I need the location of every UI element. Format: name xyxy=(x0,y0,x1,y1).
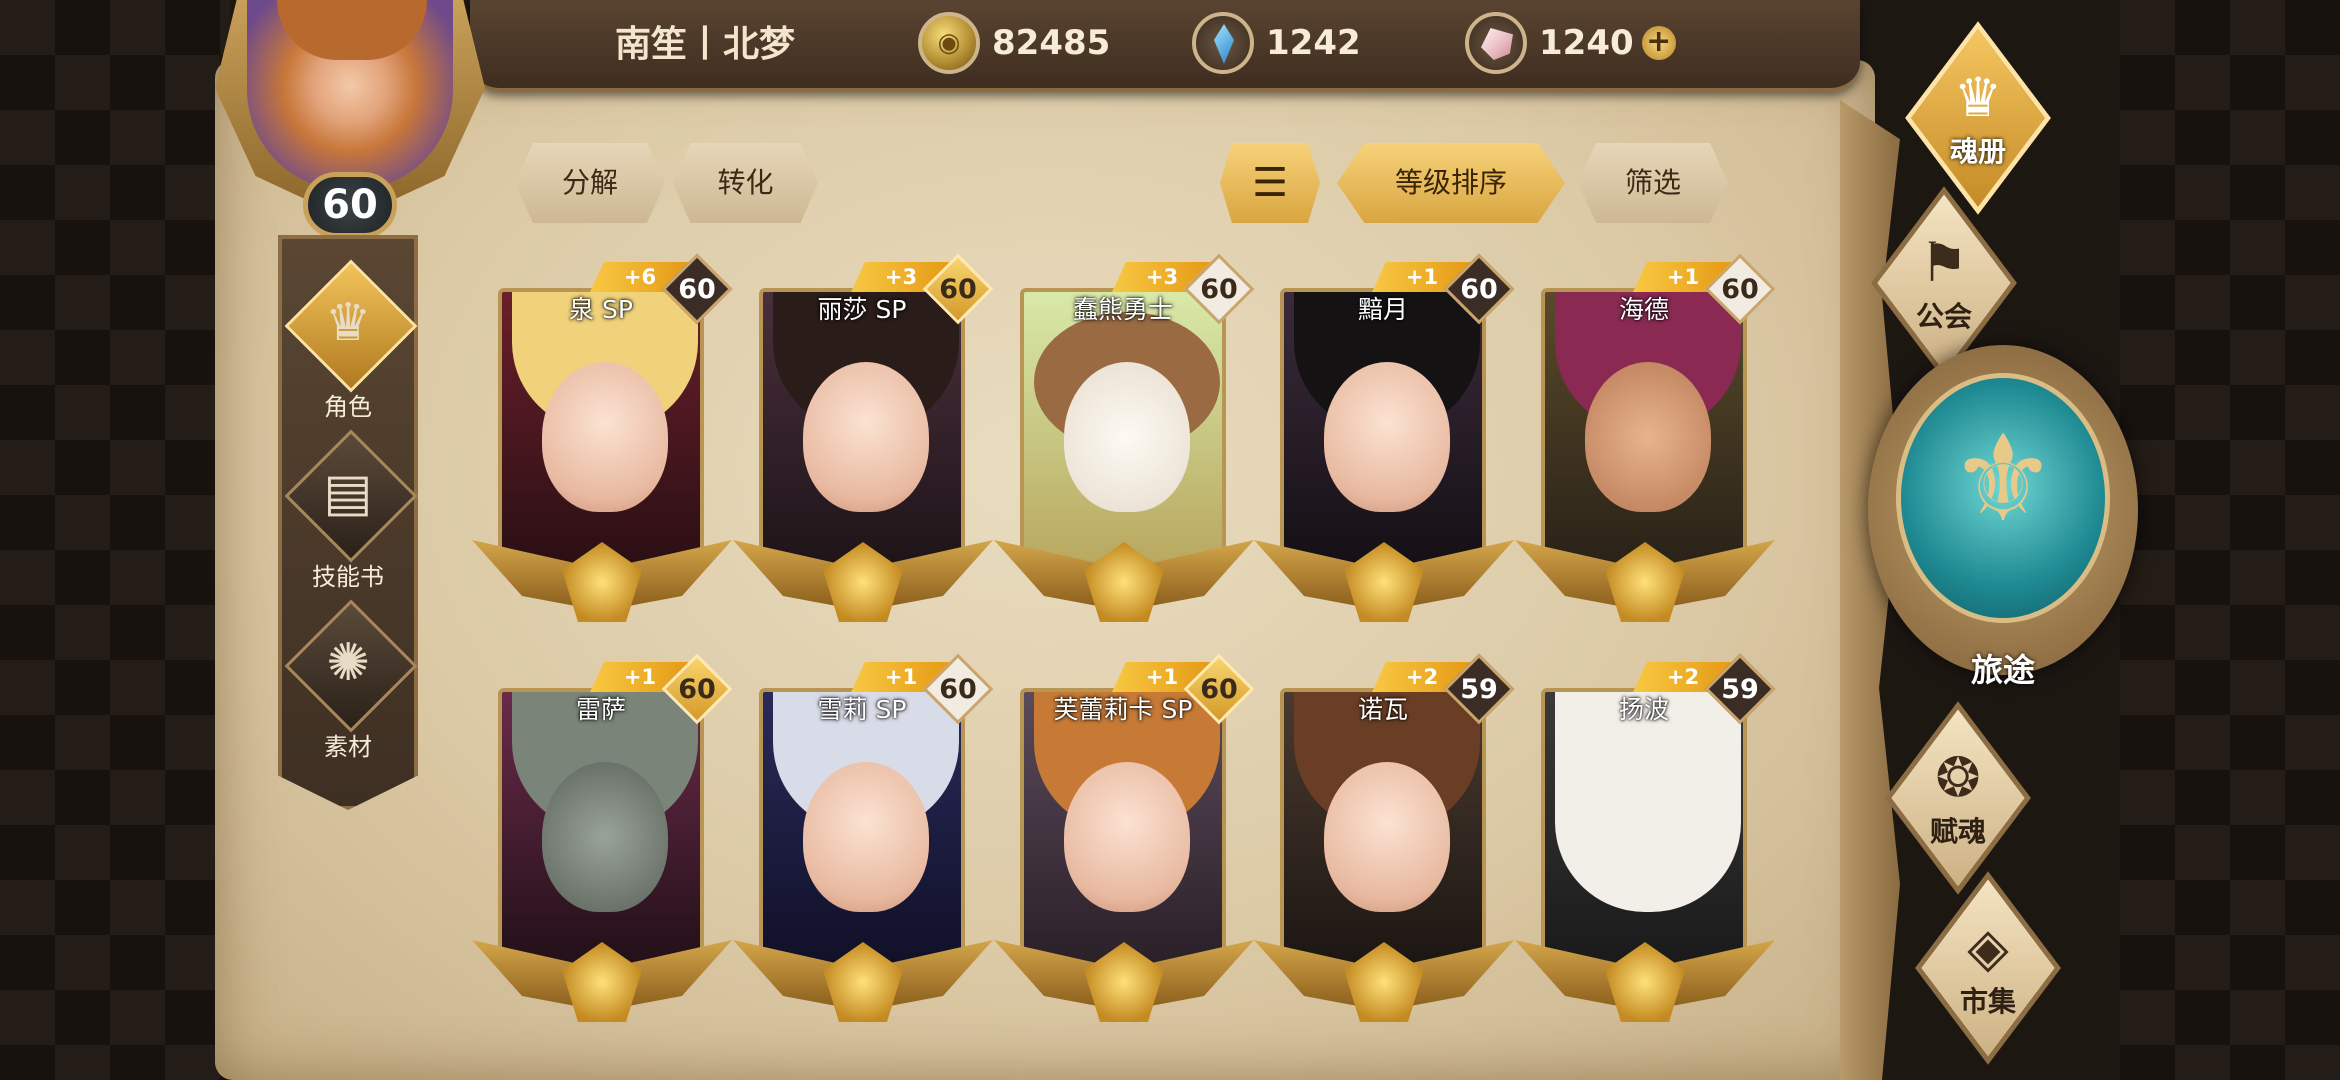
character-portrait xyxy=(1280,288,1486,568)
nav-item-skillbooks[interactable]: ▤ 技能书 xyxy=(282,429,418,599)
gem-value: 1242 xyxy=(1266,23,1361,63)
rank-crest xyxy=(1254,930,1514,1030)
rank-crest xyxy=(994,930,1254,1030)
crystal-value: 1240 xyxy=(1539,23,1634,63)
character-portrait xyxy=(1541,288,1747,568)
soul-book-label: 魂册 xyxy=(1949,135,2006,168)
character-card[interactable]: 蠢熊勇士 +3 60 xyxy=(994,253,1255,632)
market-label: 市集 xyxy=(1959,985,2016,1018)
endow-soul-label: 赋魂 xyxy=(1929,815,1986,848)
journey-label: 旅途 xyxy=(1970,651,2035,689)
character-level: 60 xyxy=(939,274,977,305)
left-wall-decoration xyxy=(0,0,230,1080)
rank-crest xyxy=(1254,530,1514,630)
flame-icon: ❂ xyxy=(1935,746,1981,809)
helmet-icon: ♛ xyxy=(324,293,372,353)
book-icon: ▤ xyxy=(323,463,373,523)
nav-item-characters[interactable]: ♛ 角色 xyxy=(282,259,418,429)
guild-label: 公会 xyxy=(1915,300,1972,333)
character-card[interactable]: 雪莉 SP +1 60 xyxy=(733,653,994,1032)
nav-label: 角色 xyxy=(324,393,372,421)
right-wall-decoration xyxy=(2120,0,2340,1080)
decompose-button[interactable]: 分解 xyxy=(515,143,665,223)
player-name: 南笙丨北梦 xyxy=(614,24,795,65)
trident-emblem-icon: ⚜ xyxy=(1949,410,2057,549)
guild-button[interactable]: ⚑ 公会 xyxy=(1856,186,2056,380)
character-level: 60 xyxy=(1200,274,1238,305)
market-gem-icon: ◈ xyxy=(1967,916,2009,979)
character-card[interactable]: 芙蕾莉卡 SP +1 60 xyxy=(994,653,1255,1032)
add-crystal-button[interactable]: + xyxy=(1641,26,1676,60)
character-level: 60 xyxy=(1460,274,1498,305)
character-portrait xyxy=(1280,688,1486,968)
creature-icon: ✺ xyxy=(326,633,370,693)
character-level: 60 xyxy=(1721,274,1759,305)
rank-crest xyxy=(733,930,993,1030)
player-level-badge: 60 xyxy=(303,172,397,238)
character-card[interactable]: 雷萨 +1 60 xyxy=(472,653,733,1032)
gold-value: 82485 xyxy=(992,23,1111,63)
nav-label: 素材 xyxy=(324,733,372,761)
character-card[interactable]: 诺瓦 +2 59 xyxy=(1254,653,1515,1032)
rank-crest xyxy=(1515,930,1775,1030)
guild-banner-icon: ⚑ xyxy=(1919,231,1969,294)
convert-button[interactable]: 转化 xyxy=(673,143,818,223)
character-portrait xyxy=(498,688,704,968)
journey-button[interactable]: ⚜ 旅途 xyxy=(1868,345,2138,695)
rank-crest xyxy=(733,530,993,630)
character-portrait xyxy=(498,288,704,568)
avatar-portrait xyxy=(247,0,453,190)
character-portrait xyxy=(759,288,965,568)
character-level: 59 xyxy=(1721,674,1759,705)
gold-currency: ◉ 82485 xyxy=(918,12,1110,74)
soul-book-button[interactable]: ♛ 魂册 xyxy=(1890,21,2090,215)
character-level: 60 xyxy=(1200,674,1238,705)
sort-by-level-button[interactable]: 等级排序 xyxy=(1337,143,1565,223)
gold-coin-icon: ◉ xyxy=(918,12,980,74)
filter-button[interactable]: 筛选 xyxy=(1578,143,1728,223)
pink-crystal-icon xyxy=(1465,12,1527,74)
helmet-icon: ♛ xyxy=(1953,66,2003,129)
crystal-currency: 1240 + xyxy=(1465,12,1676,74)
sort-order-button[interactable]: ☰ xyxy=(1220,143,1320,223)
character-card[interactable]: 泉 SP +6 60 xyxy=(472,253,733,632)
market-button[interactable]: ◈ 市集 xyxy=(1900,871,2100,1065)
character-level: 59 xyxy=(1460,674,1498,705)
blue-gem-icon xyxy=(1192,12,1254,74)
rank-crest xyxy=(1515,530,1775,630)
character-card[interactable]: 海德 +1 60 xyxy=(1515,253,1776,632)
character-level: 60 xyxy=(939,674,977,705)
character-level: 60 xyxy=(678,274,716,305)
character-card[interactable]: 黯月 +1 60 xyxy=(1254,253,1515,632)
character-card[interactable]: 扬波 +2 59 xyxy=(1515,653,1776,1032)
player-avatar[interactable]: 60 xyxy=(215,0,485,245)
gem-currency: 1242 xyxy=(1192,12,1361,74)
category-sidebar: ♛ 角色 ▤ 技能书 ✺ 素材 xyxy=(278,235,418,810)
sort-icon: ☰ xyxy=(1252,160,1288,206)
rank-crest xyxy=(472,930,732,1030)
nav-item-materials[interactable]: ✺ 素材 xyxy=(282,599,418,769)
rank-crest xyxy=(994,530,1254,630)
character-portrait xyxy=(759,688,965,968)
endow-soul-button[interactable]: ❂ 赋魂 xyxy=(1870,701,2070,895)
character-portrait xyxy=(1541,688,1747,968)
character-card[interactable]: 丽莎 SP +3 60 xyxy=(733,253,994,632)
rank-crest xyxy=(472,530,732,630)
character-portrait xyxy=(1020,688,1226,968)
character-level: 60 xyxy=(678,674,716,705)
nav-label: 技能书 xyxy=(312,563,384,591)
character-portrait xyxy=(1020,288,1226,568)
